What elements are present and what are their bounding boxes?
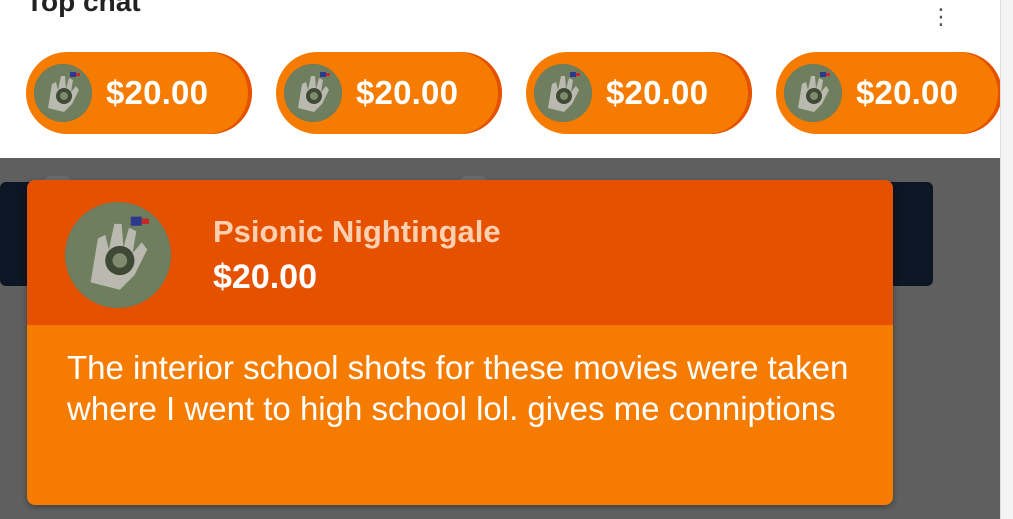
glove-avatar-icon — [34, 64, 92, 122]
super-chat-chip[interactable]: $20.00 — [776, 52, 1002, 134]
chip-amount: $20.00 — [856, 74, 959, 111]
glove-avatar-icon — [284, 64, 342, 122]
super-chat-chip[interactable]: $20.00 — [526, 52, 752, 134]
super-chat-ticker: $20.00 $20.00 $20.00 $20.00 — [26, 52, 1002, 134]
super-chat-card: Psionic Nightingale $20.00 The interior … — [27, 180, 893, 505]
top-chat-header: Top chat ⋮ $20.00 $20.00 $20.00 $20.00 — [0, 0, 1002, 158]
glove-avatar-icon — [784, 64, 842, 122]
scrollbar[interactable] — [1000, 0, 1013, 519]
super-chat-chip[interactable]: $20.00 — [26, 52, 252, 134]
glove-avatar-icon — [534, 64, 592, 122]
author-name[interactable]: Psionic Nightingale — [213, 214, 501, 250]
more-vert-icon[interactable]: ⋮ — [930, 4, 952, 30]
super-chat-card-header: Psionic Nightingale $20.00 — [27, 180, 893, 325]
chip-amount: $20.00 — [356, 74, 459, 111]
chip-amount: $20.00 — [606, 74, 709, 111]
super-chat-amount: $20.00 — [213, 258, 317, 296]
super-chat-message: The interior school shots for these movi… — [27, 325, 893, 505]
chat-mode-label[interactable]: Top chat — [26, 0, 141, 18]
chip-amount: $20.00 — [106, 74, 209, 111]
glove-avatar-icon[interactable] — [65, 202, 171, 308]
super-chat-chip[interactable]: $20.00 — [276, 52, 502, 134]
